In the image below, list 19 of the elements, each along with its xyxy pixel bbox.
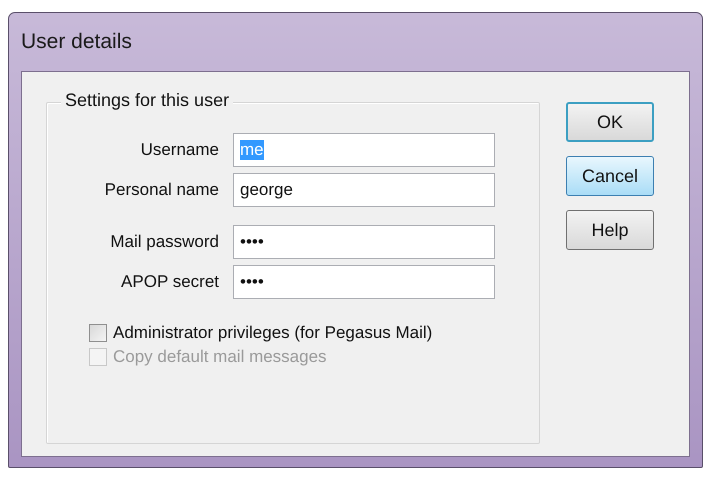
checkbox[interactable]: [89, 324, 107, 342]
input-field[interactable]: george: [233, 173, 495, 207]
group-title: Settings for this user: [61, 90, 234, 111]
checkbox-label: Administrator privileges (for Pegasus Mail): [113, 323, 432, 343]
window-title: User details: [21, 30, 132, 54]
dialog-button[interactable]: OK: [566, 102, 654, 142]
selected-text: me: [240, 140, 264, 160]
field-value: george: [240, 180, 293, 200]
input-field[interactable]: ••••: [233, 225, 495, 259]
field-value: ••••: [240, 232, 264, 252]
field-label: Personal name: [104, 180, 220, 200]
field-label: APOP secret: [120, 272, 220, 292]
input-field[interactable]: ••••: [233, 265, 495, 299]
dialog-button[interactable]: Cancel: [566, 156, 654, 196]
field-label: Mail password: [109, 232, 220, 252]
dialog-button[interactable]: Help: [566, 210, 654, 250]
checkbox-label: Copy default mail messages: [113, 347, 327, 367]
field-value: ••••: [240, 272, 264, 292]
field-label: Username: [140, 140, 220, 160]
